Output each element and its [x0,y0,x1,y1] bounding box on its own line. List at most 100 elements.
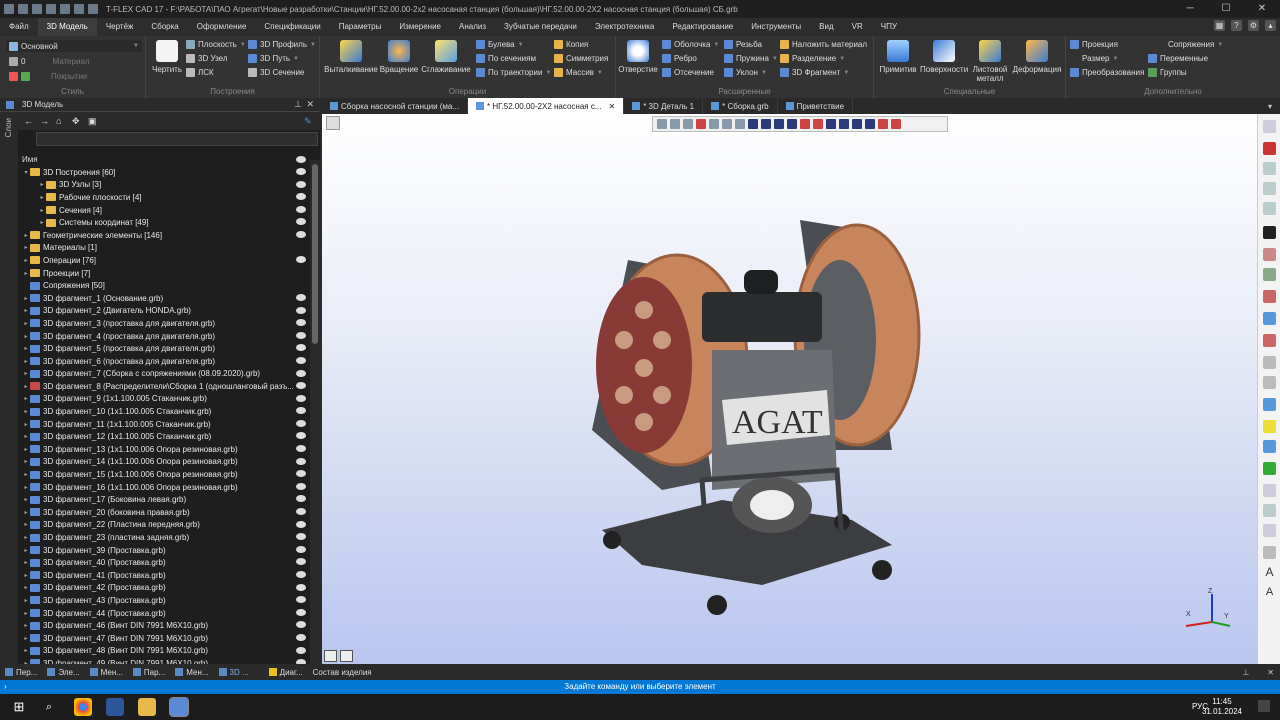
minimize-button[interactable]: ─ [1172,0,1208,18]
expand-arrow-icon[interactable]: ▸ [22,244,30,251]
tree-row[interactable]: ▸ 3D фрагмент_41 (Проставка.grb) [18,569,320,582]
bottom-tab-5[interactable]: Мен... [170,668,213,677]
visibility-eye-icon[interactable] [296,218,306,226]
cube-icon[interactable] [1263,376,1276,389]
level-select[interactable]: 0 Материал [6,55,142,67]
doc-tab-2[interactable]: * НГ.52.00.00-2Х2 насосная с... ✕ [468,98,625,114]
panel-close-icon[interactable]: ✕ [306,99,314,110]
tree-row[interactable]: ▸ 3D фрагмент_9 (1x1.100.005 Стаканчик.gr… [18,393,320,406]
menu-assembly[interactable]: Сборка [142,18,187,36]
rib-button[interactable]: Ребро [662,54,697,63]
fragment-button[interactable]: 3D Фрагмент ▼ [780,68,849,77]
edge-icon[interactable] [1263,440,1276,453]
back-icon[interactable]: ← [24,116,34,126]
menu-measure[interactable]: Измерение [390,18,450,36]
layers-tab[interactable]: Слои [4,118,13,137]
tree-row[interactable]: ▸ Операции [76] [18,254,320,267]
expand-icon[interactable]: ▴ [1265,20,1276,31]
collapse-arrow-icon[interactable]: ▾ [22,169,30,176]
tree-row[interactable]: ▸ Сечения [4] [18,204,320,217]
view-icon[interactable] [826,119,836,129]
tree-row[interactable]: ▸ 3D фрагмент_23 (пластина задняя.grb) [18,531,320,544]
tree-row[interactable]: ▸ 3D фрагмент_22 (Пластина передняя.grb) [18,519,320,532]
menu-analysis[interactable]: Анализ [450,18,495,36]
view-icon[interactable] [852,119,862,129]
visibility-eye-icon[interactable] [296,621,306,629]
expand-arrow-icon[interactable]: ▸ [22,446,30,453]
tree-row[interactable]: ▸ Материалы [1] [18,242,320,255]
projection-button[interactable]: Проекция [1070,40,1118,49]
visibility-eye-icon[interactable] [296,205,306,213]
expand-arrow-icon[interactable]: ▸ [22,559,30,566]
tree-row[interactable]: ▸ 3D фрагмент_3 (проставка для двигателя.… [18,317,320,330]
expand-arrow-icon[interactable]: ▸ [22,647,30,654]
tree-row[interactable]: ▸ 3D фрагмент_20 (боковина правая.grb) [18,506,320,519]
bottom-tab-6[interactable]: 3D ... [214,668,254,677]
expand-arrow-icon[interactable]: ▸ [22,635,30,642]
help-icon[interactable]: ? [1231,20,1242,31]
mates-button[interactable]: Сопряжения ▼ [1156,40,1223,49]
visibility-eye-icon[interactable] [296,407,306,415]
by-sections-button[interactable]: По сечениям [476,54,536,63]
face-icon[interactable] [1263,420,1276,433]
search-icon[interactable]: ⌕ [40,698,58,716]
tree-row[interactable]: ▸ 3D фрагмент_1 (Основание.grb) [18,292,320,305]
menu-parameters[interactable]: Параметры [330,18,391,36]
tree-row[interactable]: ▸ 3D фрагмент_7 (Сборка с сопряжениями (0… [18,368,320,381]
expand-arrow-icon[interactable]: ▸ [22,572,30,579]
tree-row[interactable]: ▸ 3D фрагмент_48 (Винт DIN 7991 M6X10.grb… [18,645,320,658]
draw-button[interactable]: Чертить [150,40,184,74]
tree-row[interactable]: ▸ 3D фрагмент_2 (Двигатель HONDA.grb) [18,305,320,318]
view-icon[interactable] [670,119,680,129]
bottom-close-icon[interactable]: ✕ [1267,668,1274,677]
visibility-eye-icon[interactable] [296,319,306,327]
quick-access-toolbar[interactable] [0,4,98,14]
hatch-icon[interactable] [1263,484,1276,497]
expand-arrow-icon[interactable]: ▸ [22,232,30,239]
tree-row[interactable]: ▸ 3D фрагмент_12 (1x1.100.005 Стаканчик.g… [18,430,320,443]
pin-icon[interactable]: ⊥ [294,99,302,110]
groups-button[interactable]: Группы [1148,68,1187,77]
layer-select[interactable]: Основной ▼ [6,40,142,52]
expand-arrow-icon[interactable]: ▸ [22,270,30,277]
menu-specifications[interactable]: Спецификации [255,18,329,36]
expand-arrow-icon[interactable]: ▸ [22,597,30,604]
print-icon[interactable] [60,4,70,14]
visibility-eye-icon[interactable] [296,482,306,490]
view-icon[interactable] [865,119,875,129]
tree-scrollbar[interactable] [310,160,320,668]
menu-vr[interactable]: VR [843,18,872,36]
view-icon[interactable] [696,119,706,129]
visibility-eye-icon[interactable] [296,180,306,188]
menu-gears[interactable]: Зубчатые передачи [495,18,586,36]
tree-row[interactable]: ▸ Системы координат [49] [18,216,320,229]
tree-row[interactable]: ▸ Проекции [7] [18,267,320,280]
snap-icon[interactable] [1263,268,1276,281]
thread-button[interactable]: Резьба [724,40,762,49]
cut-button[interactable]: Отсечение [662,68,714,77]
expand-arrow-icon[interactable]: ▸ [22,534,30,541]
copy-button[interactable]: Копия [554,40,588,49]
home-icon[interactable]: ⌂ [56,116,66,126]
slope-button[interactable]: Уклон ▼ [724,68,767,77]
shell-button[interactable]: Оболочка ▼ [662,40,719,49]
tree-row[interactable]: ▸ Геометрические элементы [146] [18,229,320,242]
expand-arrow-icon[interactable]: ▸ [22,458,30,465]
visibility-eye-icon[interactable] [296,369,306,377]
tflex-icon[interactable] [169,697,189,717]
view-icon[interactable] [709,119,719,129]
tree-row[interactable]: ▸ 3D фрагмент_16 (1x1.100.006 Опора резин… [18,481,320,494]
doc-tab-5[interactable]: Приветствие [778,98,854,114]
expand-arrow-icon[interactable]: ▸ [22,610,30,617]
doc-tab-3[interactable]: * 3D Деталь 1 [624,98,704,114]
visibility-eye-icon[interactable] [296,608,306,616]
chrome-icon[interactable] [74,698,92,716]
view-icon[interactable] [735,119,745,129]
menu-cnc[interactable]: ЧПУ [872,18,906,36]
visibility-eye-icon[interactable] [296,193,306,201]
bottom-tab-2[interactable]: Эле... [42,668,84,677]
expand-arrow-icon[interactable]: ▸ [22,521,30,528]
split-button[interactable]: Разделение ▼ [780,54,845,63]
bottom-pin-icon[interactable]: ⊥ [1242,668,1249,677]
rotate-button[interactable]: Вращение [378,40,420,74]
